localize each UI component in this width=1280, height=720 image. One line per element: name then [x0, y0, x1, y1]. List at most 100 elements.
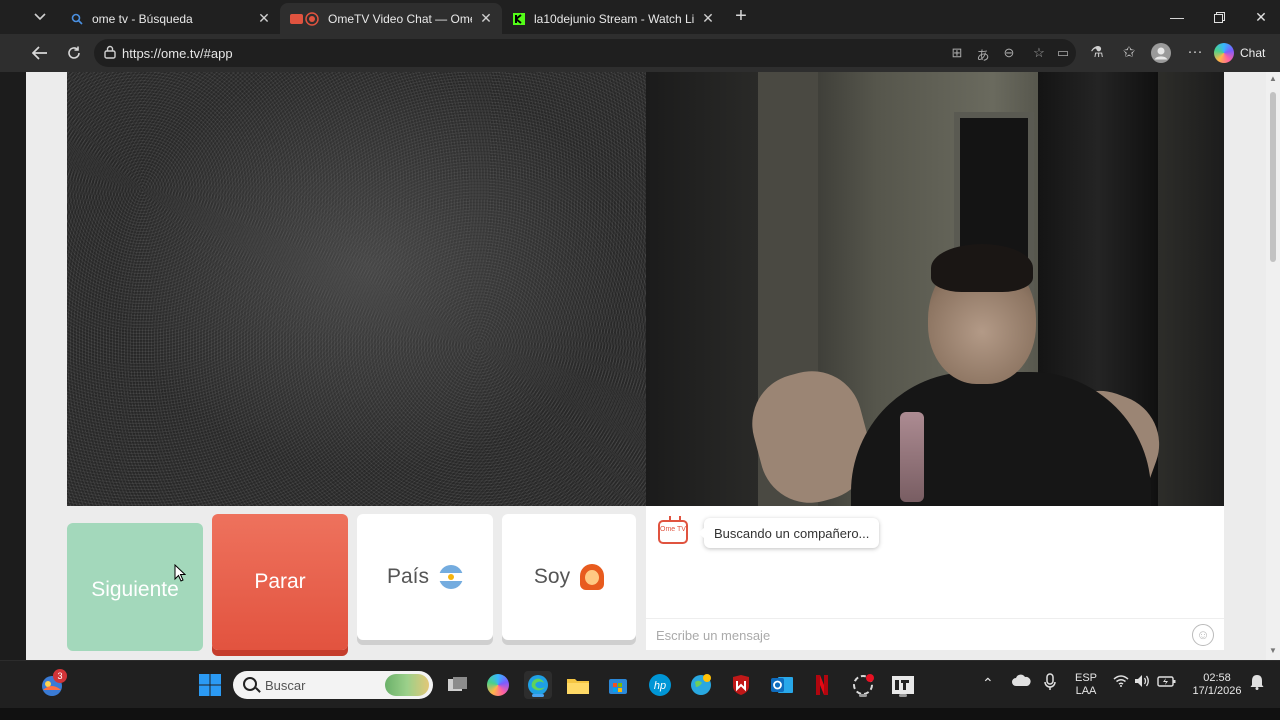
tab-search[interactable]: ome tv - Búsqueda ✕ — [60, 3, 280, 34]
next-button-label: Siguiente — [91, 578, 179, 601]
shirt-print — [900, 412, 924, 502]
reload-button[interactable] — [63, 42, 85, 64]
arrow-left-icon — [32, 46, 47, 60]
close-tab-icon[interactable]: ✕ — [700, 10, 716, 27]
tab-actions-menu[interactable] — [28, 6, 52, 28]
running-app-indicator — [899, 694, 907, 697]
mcafee-icon[interactable] — [727, 671, 755, 699]
emoji-icon[interactable]: ☺ — [1192, 624, 1214, 646]
scroll-down-icon[interactable]: ▼ — [1268, 646, 1278, 656]
tab-title: OmeTV Video Chat — Omegle — [328, 11, 472, 26]
copilot-chat-button[interactable]: Chat — [1214, 39, 1274, 67]
lock-icon — [104, 45, 116, 59]
more-menu-icon[interactable]: ··· — [1184, 43, 1206, 63]
extension-icon[interactable]: ⚗ — [1086, 43, 1108, 63]
scroll-up-icon[interactable]: ▲ — [1268, 74, 1278, 84]
clock-date: 17/1/2026 — [1192, 685, 1242, 697]
address-bar[interactable]: https://ome.tv/#app ⊞ あ ⊖ ☆ ▭ — [94, 39, 1076, 67]
translate-icon[interactable]: あ — [974, 45, 992, 63]
show-hidden-icons-chevron-icon[interactable]: ⌃ — [982, 675, 994, 692]
profile-avatar-icon[interactable] — [1150, 43, 1172, 63]
stranger-video — [67, 72, 647, 506]
country-button[interactable]: País — [357, 514, 493, 640]
windows-logo-icon — [199, 674, 221, 696]
app-available-icon[interactable]: ⊞ — [948, 45, 966, 61]
page-viewport: Siguiente Parar País Soy Ome TV Buscando… — [26, 72, 1266, 660]
chat-panel: Ome TV Buscando un compañero... Escribe … — [646, 506, 1224, 660]
task-view-icon[interactable] — [444, 671, 472, 699]
scroll-thumb[interactable] — [1270, 92, 1276, 262]
tracking-prevention-icon[interactable]: ⊖ — [1000, 45, 1018, 61]
url-text: https://ome.tv/#app — [122, 46, 233, 61]
clock-time: 02:58 — [1203, 672, 1231, 684]
taskbar-search-placeholder: Buscar — [265, 678, 306, 693]
hp-app-icon[interactable]: hp — [646, 671, 674, 699]
next-button[interactable]: Siguiente — [67, 523, 203, 651]
microsoft-store-icon[interactable] — [604, 671, 632, 699]
input-language-indicator[interactable]: ESP LAA — [1072, 672, 1100, 698]
file-explorer-icon[interactable] — [564, 671, 592, 699]
search-highlight-image — [385, 674, 429, 696]
minimize-button[interactable]: — — [1156, 0, 1198, 34]
widgets-notification-badge: 3 — [53, 669, 67, 683]
close-window-button[interactable]: ✕ — [1240, 0, 1280, 34]
ometv-logo-icon: Ome TV — [658, 520, 688, 544]
stop-button-label: Parar — [254, 570, 306, 593]
message-input[interactable]: Escribe un mensaje ☺ — [646, 618, 1224, 650]
new-tab-button[interactable]: + — [730, 6, 752, 28]
start-button[interactable] — [196, 671, 224, 699]
sync-app-icon[interactable] — [849, 671, 877, 699]
woman-emoji-icon — [580, 564, 605, 590]
active-app-indicator — [532, 694, 544, 697]
favorites-icon[interactable]: ✩ — [1118, 43, 1140, 63]
camera-in-use-icon[interactable]: ▭ — [1054, 45, 1072, 61]
search-icon — [70, 12, 84, 26]
chat-bottom-edge — [646, 650, 1224, 660]
earth-app-icon[interactable] — [687, 671, 715, 699]
self-camera-video — [646, 72, 1224, 506]
kick-logo-icon — [512, 12, 526, 26]
gender-button[interactable]: Soy — [502, 514, 636, 640]
tab-kick[interactable]: la10dejunio Stream - Watch Live on Kick … — [502, 3, 724, 34]
notification-center-icon[interactable] — [1250, 674, 1264, 693]
page-scrollbar[interactable]: ▲ ▼ — [1266, 72, 1280, 660]
terminal-app-icon[interactable] — [889, 671, 917, 699]
person-hair — [931, 244, 1033, 292]
reload-icon — [68, 46, 80, 59]
media-recording-icon — [290, 11, 320, 26]
close-tab-icon[interactable]: ✕ — [478, 10, 494, 27]
copilot-app-icon[interactable] — [484, 671, 512, 699]
taskbar-search[interactable]: Buscar — [233, 671, 433, 699]
country-button-label: País — [386, 565, 430, 588]
close-tab-icon[interactable]: ✕ — [256, 10, 272, 27]
wifi-icon[interactable] — [1113, 675, 1129, 690]
running-app-indicator — [859, 694, 867, 697]
tab-title: ome tv - Búsqueda — [92, 11, 193, 26]
copilot-icon — [1214, 43, 1234, 63]
stop-button[interactable]: Parar — [212, 514, 348, 650]
restore-button[interactable] — [1198, 0, 1240, 34]
microphone-icon[interactable] — [1043, 673, 1057, 694]
screen-bottom-edge — [0, 708, 1280, 720]
mouse-cursor-icon — [174, 564, 186, 582]
tab-strip: ome tv - Búsqueda ✕ OmeTV Video Chat — O… — [0, 0, 1280, 34]
tab-ometv[interactable]: OmeTV Video Chat — Omegle ✕ — [280, 3, 502, 34]
clock[interactable]: 02:58 17/1/2026 — [1184, 672, 1250, 698]
outlook-icon[interactable] — [768, 671, 796, 699]
argentina-flag-icon — [439, 565, 464, 589]
favorite-star-icon[interactable]: ☆ — [1030, 45, 1048, 61]
gender-button-label: Soy — [533, 565, 571, 588]
copilot-label: Chat — [1240, 46, 1266, 60]
netflix-icon[interactable] — [808, 671, 836, 699]
battery-charging-icon[interactable] — [1157, 674, 1177, 691]
volume-icon[interactable] — [1134, 674, 1150, 691]
browser-toolbar: https://ome.tv/#app ⊞ あ ⊖ ☆ ▭ ⚗ ✩ ··· Ch… — [0, 34, 1280, 72]
message-input-placeholder: Escribe un mensaje — [656, 628, 771, 643]
taskbar: 3 Buscar hp ⌃ ESP LAA 02:58 17/1/2026 — [0, 660, 1280, 708]
svg-text:hp: hp — [654, 680, 666, 692]
chevron-down-icon — [34, 13, 46, 21]
keyboard-layout: LAA — [1075, 685, 1097, 697]
back-button[interactable] — [29, 42, 51, 64]
onedrive-cloud-icon[interactable] — [1011, 673, 1031, 690]
edge-browser-icon[interactable] — [524, 671, 552, 699]
